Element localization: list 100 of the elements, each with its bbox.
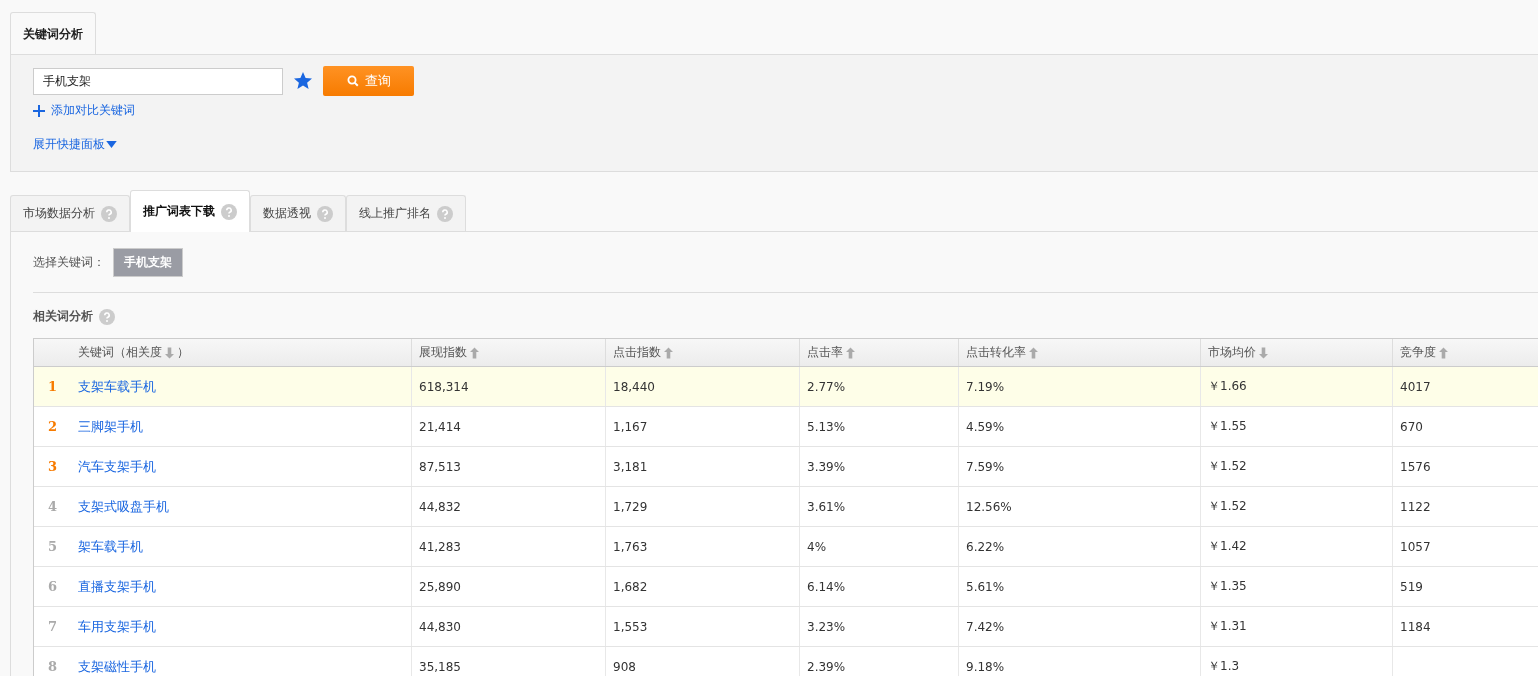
table-row[interactable]: 8 支架磁性手机 35,185 908 2.39% 9.18% ￥1.3 (34, 647, 1538, 676)
table-cell: 618,314 (419, 379, 469, 394)
keyword-link[interactable]: 支架磁性手机 (78, 657, 156, 676)
table-cell: 1122 (1400, 499, 1431, 514)
table-cell: 1057 (1400, 539, 1431, 554)
table-cell: 4017 (1400, 379, 1431, 394)
table-cell: 2.39% (807, 659, 846, 674)
table-cell: 5.13% (807, 419, 846, 434)
select-keyword-label: 选择关键词： (33, 253, 105, 271)
star-icon[interactable] (293, 71, 313, 91)
table-cell: 2.77% (807, 379, 846, 394)
analysis-tab[interactable]: 关键词分析 (10, 12, 96, 54)
table-cell: 3.39% (807, 459, 846, 474)
table-cell: 35,185 (419, 659, 461, 674)
table-row[interactable]: 5 架车载手机 41,283 1,763 4% 6.22% ￥1.42 1057 (34, 527, 1538, 567)
table-cell: 670 (1400, 419, 1423, 434)
table-cell: 4.59% (966, 419, 1005, 434)
help-icon (101, 205, 117, 222)
rank-number: 7 (47, 619, 57, 634)
rank-number: 1 (47, 379, 57, 394)
table-row[interactable]: 4 支架式吸盘手机 44,832 1,729 3.61% 12.56% ￥1.52 1122 (34, 487, 1538, 527)
search-icon (346, 75, 359, 87)
rank-number: 4 (47, 499, 57, 514)
table-cell: 3,181 (613, 459, 648, 474)
table-cell: 4% (807, 539, 827, 554)
table-cell: 41,283 (419, 539, 461, 554)
keyword-link[interactable]: 架车载手机 (78, 537, 143, 556)
tab[interactable]: 线上推广排名 (346, 195, 466, 231)
keyword-link[interactable]: 支架车载手机 (78, 377, 156, 396)
expand-panel-link[interactable]: 展开快捷面板 (33, 136, 117, 153)
table-row[interactable]: 1 支架车载手机 618,314 18,440 2.77% 7.19% ￥1.66 4017 (34, 367, 1538, 407)
down-arrow-icon[interactable] (1259, 346, 1268, 359)
table-cell: 7.42% (966, 619, 1005, 634)
keyword-link[interactable]: 直播支架手机 (78, 577, 156, 596)
tab[interactable]: 推广词表下载 (130, 190, 250, 232)
table-row[interactable]: 3 汽车支架手机 87,513 3,181 3.39% 7.59% ￥1.52 1576 (34, 447, 1538, 487)
up-arrow-icon[interactable] (664, 346, 673, 359)
help-icon (437, 205, 453, 222)
caret-icon (106, 141, 117, 148)
column-header[interactable]: 点击转化率 (959, 339, 1201, 366)
table-cell: ￥1.31 (1208, 618, 1247, 635)
keyword-link[interactable]: 三脚架手机 (78, 417, 143, 436)
column-header[interactable]: 市场均价 (1201, 339, 1393, 366)
help-icon (317, 205, 333, 222)
plus-icon (33, 104, 45, 117)
table-cell: ￥1.55 (1208, 418, 1247, 435)
table-cell: 6.14% (807, 579, 846, 594)
keyword-link[interactable]: 汽车支架手机 (78, 457, 156, 476)
table-cell: 7.19% (966, 379, 1005, 394)
table-cell: 1,553 (613, 619, 648, 634)
table-cell: 1,682 (613, 579, 648, 594)
table-cell: 44,830 (419, 619, 461, 634)
table-cell: ￥1.42 (1208, 538, 1247, 555)
column-header[interactable]: 点击指数 (606, 339, 800, 366)
section-title: 相关词分析 (33, 308, 93, 325)
table-cell: 21,414 (419, 419, 461, 434)
table-cell: 1576 (1400, 459, 1431, 474)
help-icon (99, 308, 115, 325)
rank-number: 8 (47, 659, 57, 674)
up-arrow-icon[interactable] (470, 346, 479, 359)
table-row[interactable]: 6 直播支架手机 25,890 1,682 6.14% 5.61% ￥1.35 519 (34, 567, 1538, 607)
table-row[interactable]: 2 三脚架手机 21,414 1,167 5.13% 4.59% ￥1.55 670 (34, 407, 1538, 447)
table-cell: 1,729 (613, 499, 648, 514)
table-cell: 25,890 (419, 579, 461, 594)
table-cell: 5.61% (966, 579, 1005, 594)
column-header[interactable]: 竞争度 (1393, 339, 1538, 366)
table-cell: 1,763 (613, 539, 648, 554)
search-field[interactable]: 手机支架 (33, 67, 283, 95)
down-arrow-icon[interactable] (165, 346, 174, 359)
table-cell: 7.59% (966, 459, 1005, 474)
table-row[interactable]: 7 车用支架手机 44,830 1,553 3.23% 7.42% ￥1.31 1184 (34, 607, 1538, 647)
table-cell: ￥1.3 (1208, 658, 1240, 675)
up-arrow-icon[interactable] (846, 346, 855, 359)
tab[interactable]: 数据透视 (250, 195, 346, 231)
up-arrow-icon[interactable] (1029, 346, 1038, 359)
table-cell: 519 (1400, 579, 1423, 594)
table-cell: 3.61% (807, 499, 846, 514)
table-cell: ￥1.35 (1208, 578, 1247, 595)
keyword-link[interactable]: 车用支架手机 (78, 617, 156, 636)
keyword-link[interactable]: 支架式吸盘手机 (78, 497, 169, 516)
table-cell: ￥1.52 (1208, 498, 1247, 515)
table-cell: 1184 (1400, 619, 1431, 634)
help-icon (221, 203, 237, 220)
rank-number: 2 (47, 419, 57, 434)
table-cell: 6.22% (966, 539, 1005, 554)
table-cell: ￥1.66 (1208, 378, 1247, 395)
up-arrow-icon[interactable] (1439, 346, 1448, 359)
add-compare-link[interactable]: 添加对比关键词 (33, 102, 135, 119)
table-cell: 908 (613, 659, 636, 674)
table-cell: 44,832 (419, 499, 461, 514)
rank-number: 6 (47, 579, 57, 594)
table-cell: 12.56% (966, 499, 1012, 514)
tab[interactable]: 市场数据分析 (10, 195, 130, 231)
table-cell: 9.18% (966, 659, 1005, 674)
column-header[interactable]: 关键词（相关度 ） (71, 339, 412, 366)
table-cell: ￥1.52 (1208, 458, 1247, 475)
column-header[interactable]: 展现指数 (412, 339, 606, 366)
table-cell: 3.23% (807, 619, 846, 634)
table-cell: 1,167 (613, 419, 648, 434)
column-header[interactable]: 点击率 (800, 339, 959, 366)
